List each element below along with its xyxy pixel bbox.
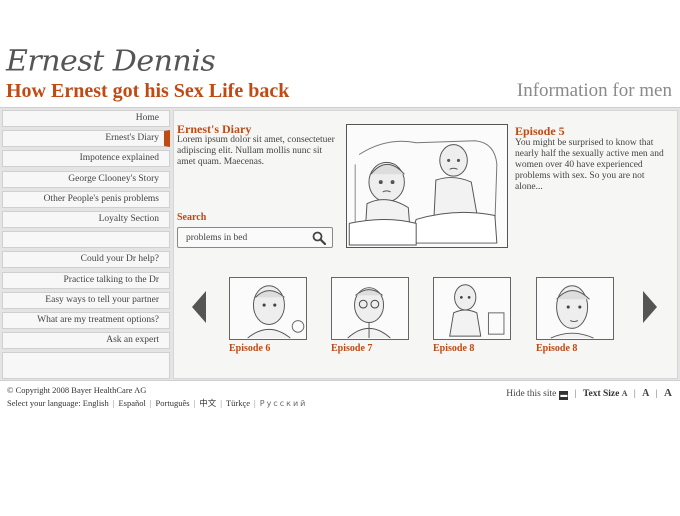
hide-site-link[interactable]: Hide this site [506, 389, 556, 399]
language-option[interactable]: Türkçe [226, 398, 250, 408]
nav-item-home[interactable]: Home [2, 110, 170, 127]
carousel-prev-icon[interactable] [191, 290, 207, 324]
language-option[interactable]: 中文 [199, 398, 216, 408]
search-box [177, 227, 333, 248]
search-icon[interactable] [312, 231, 326, 245]
episode-link[interactable]: Episode 7 [331, 343, 372, 354]
text-size-label: Text Size [583, 389, 620, 399]
site-tagline: How Ernest got his Sex Life back [6, 80, 290, 102]
carousel-next-icon[interactable] [642, 290, 658, 324]
nav-item-george-clooney[interactable]: George Clooney's Story [2, 170, 170, 188]
nav-item-loyalty-section[interactable]: Loyalty Section [2, 210, 170, 228]
nav-item-could-your-dr-help[interactable]: Could your Dr help? [2, 251, 170, 269]
diary-text: Lorem ipsum dolor sit amet, consectetuer… [177, 135, 335, 167]
nav-item-practice-talking[interactable]: Practice talking to the Dr [2, 271, 170, 289]
episode-5-illustration[interactable] [346, 124, 508, 248]
search-label: Search [177, 212, 207, 223]
hide-site-icon[interactable]: ▬ [559, 391, 569, 400]
nav-spacer-bottom [2, 352, 170, 380]
accessibility-tools: Hide this site ▬ | Text Size A | A | A [506, 387, 672, 400]
episode-thumbnail[interactable] [229, 277, 307, 340]
episode-thumbnail[interactable] [433, 277, 511, 340]
search-input[interactable] [186, 231, 306, 245]
language-option[interactable]: Русский [260, 399, 308, 408]
nav-item-tell-your-partner[interactable]: Easy ways to tell your partner [2, 291, 170, 309]
nav-item-ask-an-expert[interactable]: Ask an expert [2, 332, 170, 350]
text-size-medium-button[interactable]: A [642, 388, 649, 399]
nav-item-impotence-explained[interactable]: Impotence explained [2, 150, 170, 168]
sidebar-nav: Home Ernest's Diary Impotence explained … [2, 110, 170, 382]
episode-link[interactable]: Episode 6 [229, 343, 270, 354]
episode-thumbnail[interactable] [536, 277, 614, 340]
section-title: Information for men [516, 80, 672, 101]
text-size-large-button[interactable]: A [664, 387, 672, 399]
language-prompt: Select your language: [7, 398, 81, 408]
text-size-small-button[interactable]: A [622, 389, 628, 398]
feature-episode-title[interactable]: Episode 5 [515, 124, 565, 139]
language-option[interactable]: Español [118, 398, 145, 408]
nav-item-treatment-options[interactable]: What are my treatment options? [2, 311, 170, 329]
language-selector: Select your language: English | Español | Po… [7, 398, 308, 408]
nav-spacer [2, 231, 170, 249]
language-option[interactable]: Português [156, 398, 190, 408]
feature-episode-text: You might be surprised to know that near… [515, 138, 664, 192]
site-logo[interactable]: Ernest Dennis [6, 45, 216, 78]
nav-item-ernests-diary[interactable]: Ernest's Diary [2, 130, 170, 148]
episode-link[interactable]: Episode 8 [433, 343, 474, 354]
copyright-text: © Copyright 2008 Bayer HealthCare AG [7, 385, 147, 395]
episode-link[interactable]: Episode 8 [536, 343, 577, 354]
episode-thumbnail[interactable] [331, 277, 409, 340]
nav-item-other-people[interactable]: Other People's penis problems [2, 190, 170, 208]
language-option[interactable]: English [83, 398, 109, 408]
